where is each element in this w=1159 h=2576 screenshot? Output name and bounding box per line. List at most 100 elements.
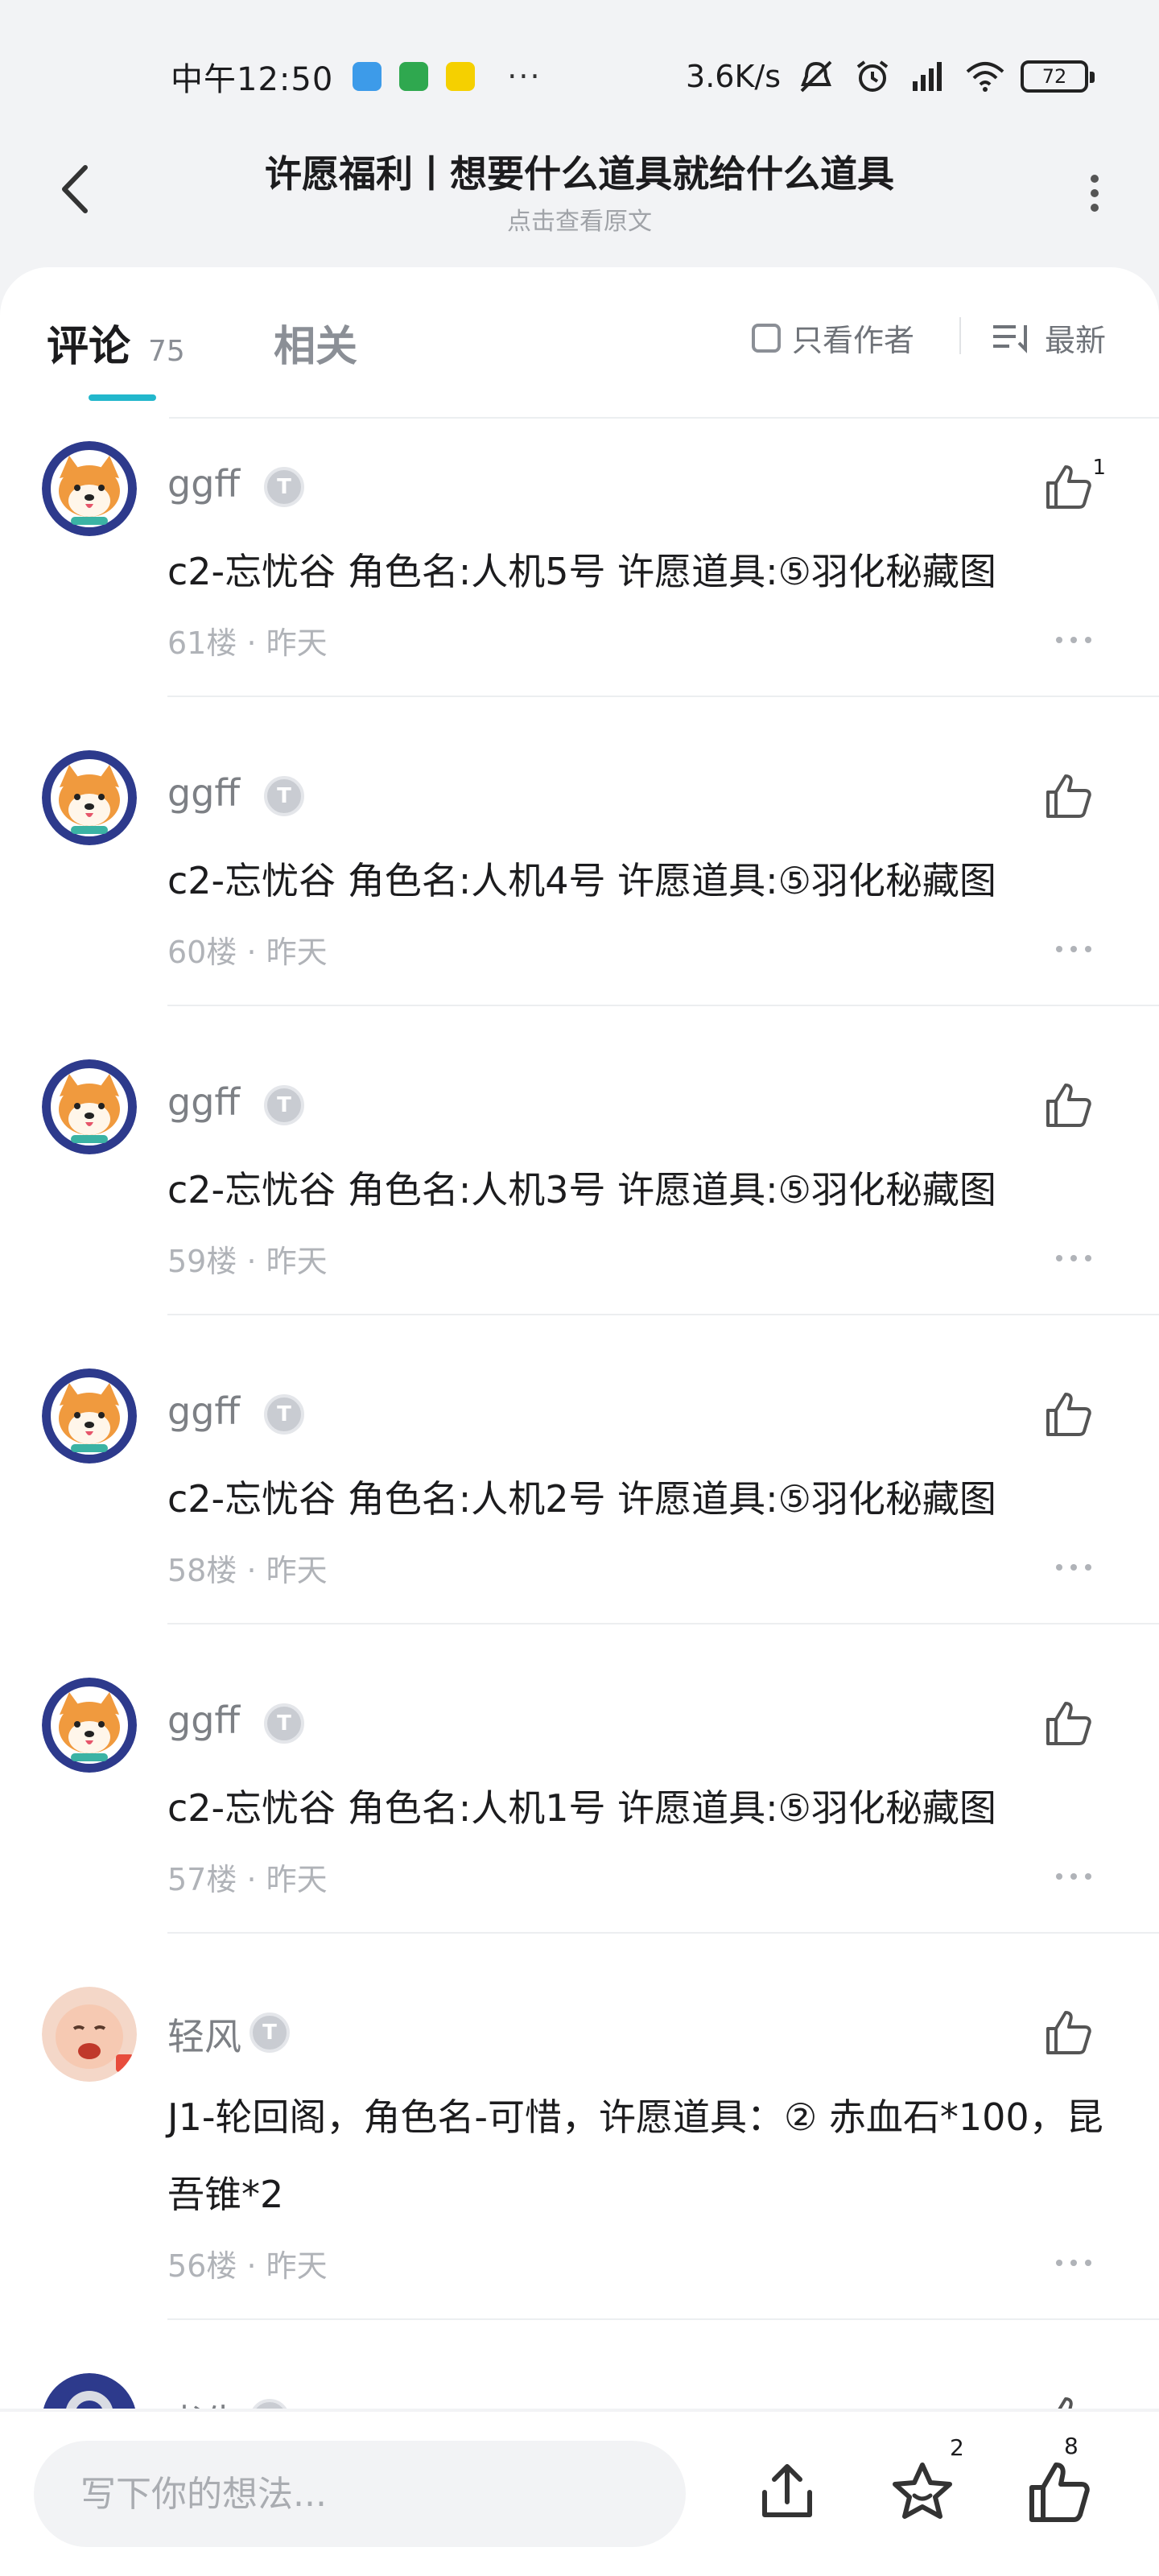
avatar[interactable] <box>42 750 137 845</box>
like-count-total: 8 <box>1064 2433 1079 2459</box>
tab-related[interactable]: 相关 <box>274 312 357 373</box>
comment-item[interactable]: ggff Tc2-忘忧谷 角色名:人机1号 许愿道具:⑤羽化秘藏图 57楼 · 昨天 <box>0 1657 1159 1966</box>
tabs-bar: 评论 75 相关 只看作者 最新 <box>0 267 1159 420</box>
status-time: 中午12:50 <box>171 61 334 98</box>
status-app-icons <box>353 62 476 91</box>
comment-username[interactable]: ggff <box>167 462 240 506</box>
meta-separator: · <box>237 2248 266 2284</box>
comment-username[interactable]: ggff <box>167 771 240 815</box>
more-horizontal-icon[interactable] <box>1054 2257 1093 2268</box>
tab-comments[interactable]: 评论 75 <box>47 312 185 373</box>
comment-input[interactable] <box>34 2441 686 2547</box>
more-horizontal-icon[interactable] <box>1054 943 1093 955</box>
avatar-image <box>42 1678 137 1773</box>
comment-item[interactable]: ggff Tc2-忘忧谷 角色名:人机3号 许愿道具:⑤羽化秘藏图 59楼 · 昨天 <box>0 1038 1159 1348</box>
more-horizontal-icon[interactable] <box>1054 1871 1093 1882</box>
bottom-bar: 2 8 <box>0 2412 1159 2576</box>
comment-meta: 60楼 · 昨天 <box>167 927 328 972</box>
comment-divider <box>167 1623 1159 1624</box>
thumbs-up-icon[interactable] <box>1045 2396 1093 2409</box>
user-level-badge: T <box>264 1394 304 1435</box>
comment-time: 昨天 <box>266 1553 328 1588</box>
comment-divider <box>167 1005 1159 1006</box>
comment-username[interactable]: 书生 <box>167 2394 241 2409</box>
comment-username[interactable]: ggff <box>167 1080 240 1124</box>
active-tab-indicator <box>89 394 156 401</box>
thumbs-up-icon[interactable] <box>1045 1391 1093 1438</box>
comment-time: 昨天 <box>266 1244 328 1279</box>
avatar-image <box>42 1987 137 2082</box>
author-only-label: 只看作者 <box>792 323 915 358</box>
avatar[interactable] <box>42 441 137 536</box>
sort-button[interactable]: 最新 <box>992 316 1106 360</box>
comment-item[interactable]: ggff T 1 c2-忘忧谷 角色名:人机5号 许愿道具:⑤羽化秘藏图 61楼 · 昨… <box>0 420 1159 729</box>
comment-item[interactable]: ggff Tc2-忘忧谷 角色名:人机2号 许愿道具:⑤羽化秘藏图 58楼 · 昨天 <box>0 1348 1159 1657</box>
page-header: 许愿福利丨想要什么道具就给什么道具 点击查看原文 <box>0 121 1159 250</box>
favorite-star-icon[interactable] <box>889 2458 956 2526</box>
status-indicators: 3.6K/s 72 <box>686 59 1095 94</box>
avatar[interactable] <box>42 1678 137 1773</box>
more-horizontal-icon[interactable] <box>1054 1253 1093 1264</box>
comment-text: c2-忘忧谷 角色名:人机1号 许愿道具:⑤羽化秘藏图 <box>167 1786 996 1830</box>
page-title: 许愿福利丨想要什么道具就给什么道具 <box>265 152 894 196</box>
avatar-image <box>42 1368 137 1463</box>
comment-divider <box>167 696 1159 697</box>
comment-meta: 61楼 · 昨天 <box>167 618 328 663</box>
wifi-icon <box>966 62 1004 92</box>
comment-time: 昨天 <box>266 2248 328 2284</box>
avatar[interactable] <box>42 1059 137 1154</box>
comment-meta: 57楼 · 昨天 <box>167 1855 328 1899</box>
meta-separator: · <box>237 625 266 661</box>
comment-text: c2-忘忧谷 角色名:人机4号 许愿道具:⑤羽化秘藏图 <box>167 859 996 902</box>
share-icon[interactable] <box>753 2458 821 2526</box>
network-speed: 3.6K/s <box>686 59 781 94</box>
more-horizontal-icon[interactable] <box>1054 1562 1093 1573</box>
avatar[interactable] <box>42 1368 137 1463</box>
comment-floor: 59楼 <box>167 1244 237 1279</box>
sort-icon <box>993 324 1027 353</box>
thumbs-up-icon[interactable] <box>1045 1700 1093 1747</box>
comment-text: c2-忘忧谷 角色名:人机2号 许愿道具:⑤羽化秘藏图 <box>167 1477 996 1521</box>
comment-text: c2-忘忧谷 角色名:人机5号 许愿道具:⑤羽化秘藏图 <box>167 550 996 593</box>
comment-text: c2-忘忧谷 角色名:人机3号 许愿道具:⑤羽化秘藏图 <box>167 1168 996 1212</box>
user-level-badge: T <box>264 776 304 816</box>
comment-meta: 58楼 · 昨天 <box>167 1546 328 1590</box>
battery-level: 72 <box>1041 65 1067 88</box>
meta-separator: · <box>237 1862 266 1897</box>
author-only-checkbox[interactable] <box>752 323 781 353</box>
comment-time: 昨天 <box>266 625 328 661</box>
thumbs-up-icon[interactable] <box>1045 464 1093 510</box>
user-level-badge: T <box>250 2013 290 2053</box>
avatar-image <box>42 441 137 536</box>
comment-floor: 58楼 <box>167 1553 237 1588</box>
more-horizontal-icon[interactable] <box>1054 634 1093 646</box>
comment-username[interactable]: 轻风 <box>167 2008 241 2061</box>
more-vertical-icon[interactable] <box>1079 169 1111 217</box>
comment-item[interactable]: 轻风 T J1-轮回阁，角色名-可惜，许愿道具：② 赤血石*100，昆吾锥*2 56楼… <box>0 1966 1159 2320</box>
user-level-badge: T <box>264 1703 304 1744</box>
wechat-notification-icon <box>399 62 429 91</box>
view-original-link[interactable]: 点击查看原文 <box>0 201 1159 237</box>
comment-item[interactable]: 书生 T <box>0 2352 1159 2409</box>
filter-divider <box>959 317 961 354</box>
meta-separator: · <box>237 1553 266 1588</box>
meituan-notification-icon <box>446 62 476 91</box>
avatar[interactable] <box>42 2373 137 2409</box>
avatar[interactable] <box>42 1987 137 2082</box>
comment-text: J1-轮回阁，角色名-可惜，许愿道具：② 赤血石*100，昆吾锥*2 <box>167 2095 1103 2216</box>
author-only-filter[interactable]: 只看作者 <box>752 316 914 360</box>
comment-like-count: 1 <box>1092 456 1106 480</box>
avatar-image <box>42 1059 137 1154</box>
tabs-divider <box>169 417 1159 419</box>
alarm-icon <box>856 60 889 92</box>
thumbs-up-icon[interactable] <box>1025 2458 1093 2526</box>
comment-username[interactable]: ggff <box>167 1699 240 1742</box>
thumbs-up-icon[interactable] <box>1045 1082 1093 1129</box>
thumbs-up-icon[interactable] <box>1045 2009 1093 2056</box>
status-more-dots: ··· <box>507 59 542 94</box>
comment-item[interactable]: ggff Tc2-忘忧谷 角色名:人机4号 许愿道具:⑤羽化秘藏图 60楼 · 昨天 <box>0 729 1159 1038</box>
comment-divider <box>167 1314 1159 1315</box>
thumbs-up-icon[interactable] <box>1045 773 1093 819</box>
comment-username[interactable]: ggff <box>167 1389 240 1433</box>
user-level-badge: T <box>250 2399 290 2409</box>
